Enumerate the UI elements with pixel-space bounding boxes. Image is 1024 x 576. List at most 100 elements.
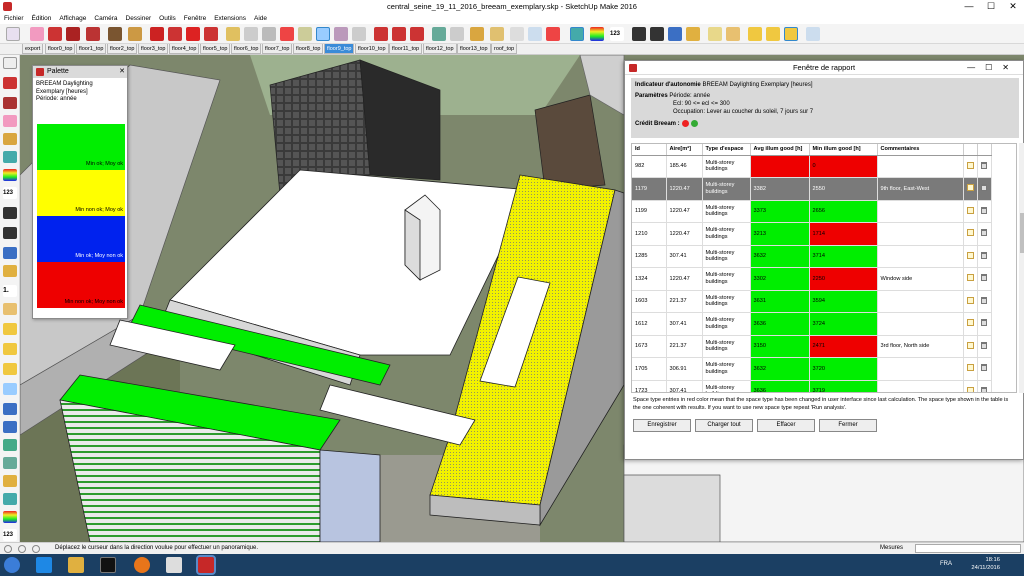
- edit-icon[interactable]: [963, 200, 978, 223]
- load-all-button[interactable]: Charger tout: [695, 419, 753, 432]
- cell-comment[interactable]: [877, 155, 964, 178]
- pencil-icon[interactable]: [3, 77, 17, 89]
- edit-icon[interactable]: [963, 290, 978, 313]
- table-row[interactable]: 1324 1220.47 Multi-storey buildings 3302 225…: [632, 267, 992, 291]
- cell-comment[interactable]: 9th floor, East-West: [877, 177, 964, 201]
- explorer-window-icon[interactable]: [166, 557, 182, 573]
- edit-icon[interactable]: [3, 323, 17, 335]
- delete-icon[interactable]: [977, 380, 992, 392]
- delete-icon[interactable]: [977, 222, 992, 246]
- delete-icon[interactable]: [977, 200, 992, 223]
- plugin-folder-icon[interactable]: [490, 27, 504, 41]
- zoom-extents-icon[interactable]: [352, 27, 366, 41]
- report-window-controls[interactable]: —☐✕: [967, 61, 1019, 75]
- sketchup-taskbar-icon[interactable]: [196, 555, 216, 575]
- edit-icon[interactable]: [963, 380, 978, 392]
- save-button[interactable]: Enregistrer: [633, 419, 691, 432]
- scale-icon[interactable]: [3, 169, 17, 181]
- close-report-button[interactable]: Fermer: [819, 419, 877, 432]
- cell-comment[interactable]: [877, 357, 964, 381]
- delete-icon[interactable]: [977, 267, 992, 291]
- edit-icon[interactable]: [748, 27, 762, 41]
- analysis-icon[interactable]: [3, 151, 17, 163]
- offset-tool-icon[interactable]: [204, 27, 218, 41]
- scale-tool-icon[interactable]: [186, 27, 200, 41]
- tab-floor10[interactable]: floor10_top: [355, 44, 389, 54]
- numbers-icon[interactable]: 123: [3, 187, 17, 199]
- chain-icon[interactable]: [766, 27, 780, 41]
- zoom-window-icon[interactable]: [334, 27, 348, 41]
- select-icon[interactable]: [3, 57, 17, 69]
- edit-icon[interactable]: [963, 222, 978, 246]
- edit-icon[interactable]: [963, 177, 978, 201]
- report-minimize-button[interactable]: —: [967, 63, 985, 72]
- tab-floor11[interactable]: floor11_top: [389, 44, 423, 54]
- numbers-icon[interactable]: 123: [610, 27, 624, 41]
- tab-export[interactable]: export: [22, 44, 44, 54]
- table-row[interactable]: 1285 307.41 Multi-storey buildings 3632 3714: [632, 245, 992, 268]
- cell-comment[interactable]: [877, 245, 964, 268]
- minimize-button[interactable]: —: [958, 0, 980, 13]
- magnet-icon[interactable]: [3, 383, 17, 395]
- push-pull-icon[interactable]: [128, 27, 142, 41]
- table-row[interactable]: 1705 306.91 Multi-storey buildings 3632 3720: [632, 357, 992, 381]
- tab-floor1[interactable]: floor1_top: [76, 44, 107, 54]
- menu-camera[interactable]: Caméra: [90, 15, 121, 22]
- command-prompt-icon[interactable]: [100, 557, 116, 573]
- tab-floor8[interactable]: floor8_top: [293, 44, 324, 54]
- open-folder-icon[interactable]: [686, 27, 700, 41]
- report-close-button[interactable]: ✕: [1002, 63, 1019, 72]
- tab-floor5[interactable]: floor5_top: [200, 44, 231, 54]
- menu-fichier[interactable]: Fichier: [0, 15, 28, 22]
- move-tool-icon[interactable]: [150, 27, 164, 41]
- system-clock[interactable]: 18:16 24/11/2016: [971, 557, 1000, 572]
- col-avg[interactable]: Avg illum good [h]: [750, 144, 810, 156]
- table-row[interactable]: 1612 307.41 Multi-storey buildings 3636 3724: [632, 312, 992, 336]
- paint-icon[interactable]: [3, 133, 17, 145]
- col-type[interactable]: Type d'espace: [702, 144, 751, 156]
- table-row[interactable]: 1673 221.37 Multi-storey buildings 3150 2471…: [632, 335, 992, 358]
- tab-floor2[interactable]: floor2_top: [107, 44, 138, 54]
- delete-icon[interactable]: [977, 155, 992, 178]
- table-row[interactable]: 982 185.46 Multi-storey buildings 0: [632, 155, 992, 178]
- maximize-button[interactable]: ☐: [980, 0, 1002, 13]
- menu-affichage[interactable]: Affichage: [55, 15, 90, 22]
- components-icon[interactable]: [392, 27, 406, 41]
- tab-floor3[interactable]: floor3_top: [138, 44, 169, 54]
- window-icon[interactable]: [546, 27, 560, 41]
- tab-floor0[interactable]: floor0_top: [45, 44, 76, 54]
- tab-roof[interactable]: roof_top: [491, 44, 518, 54]
- menu-edition[interactable]: Édition: [28, 15, 56, 22]
- eraser-tool-icon[interactable]: [30, 27, 44, 41]
- layer-icon[interactable]: [3, 421, 17, 433]
- start-button-icon[interactable]: [4, 557, 20, 573]
- ruler-icon[interactable]: [3, 303, 17, 315]
- daylight-icon[interactable]: [3, 493, 17, 505]
- cell-comment[interactable]: [877, 290, 964, 313]
- delete-icon[interactable]: [977, 177, 992, 201]
- warehouse-icon[interactable]: [374, 27, 388, 41]
- edit-icon[interactable]: [963, 357, 978, 381]
- firefox-icon[interactable]: [134, 557, 150, 573]
- extension-warehouse-icon[interactable]: [410, 27, 424, 41]
- camera-icon[interactable]: [3, 207, 17, 219]
- edit-icon[interactable]: [963, 312, 978, 336]
- report-maximize-button[interactable]: ☐: [985, 63, 1002, 72]
- magnet-icon[interactable]: [806, 27, 820, 41]
- pen-icon[interactable]: [3, 475, 17, 487]
- report-titlebar[interactable]: Fenêtre de rapport —☐✕: [625, 61, 1023, 75]
- grid-icon[interactable]: [510, 27, 524, 41]
- close-button[interactable]: ✕: [1002, 0, 1024, 13]
- select-tool-icon[interactable]: [6, 27, 20, 41]
- photo-texture-icon[interactable]: [450, 27, 464, 41]
- table-row[interactable]: 1723307.41Multi-storey buildings36363719: [632, 380, 992, 392]
- edit-icon[interactable]: [963, 335, 978, 358]
- edit-icon[interactable]: [963, 245, 978, 268]
- color-scale-icon[interactable]: [590, 27, 604, 41]
- edit-icon[interactable]: [963, 155, 978, 178]
- tape-measure-icon[interactable]: [226, 27, 240, 41]
- camera-settings-icon[interactable]: [650, 27, 664, 41]
- folder-icon[interactable]: [3, 265, 17, 277]
- paint-bucket-icon[interactable]: [108, 27, 122, 41]
- rotate-tool-icon[interactable]: [168, 27, 182, 41]
